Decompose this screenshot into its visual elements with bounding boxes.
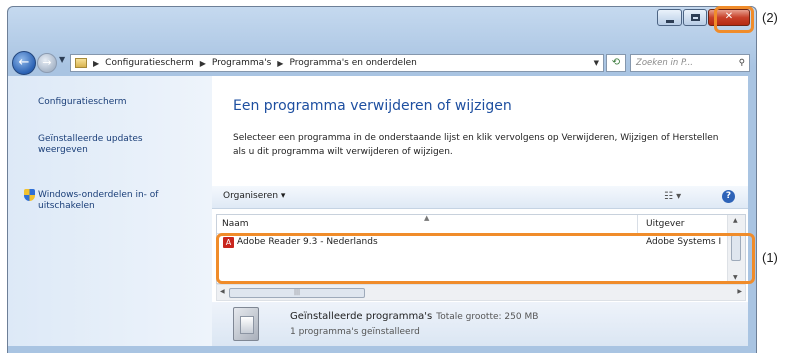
callout-label-1: (1) [762, 250, 778, 265]
page-title: Een programma verwijderen of wijzigen [233, 98, 512, 114]
forward-button[interactable]: → [37, 53, 57, 73]
address-row: ← → ▼ ▶ Configuratiescherm ▶ Programma's… [12, 51, 752, 77]
search-icon[interactable]: ⚲ [739, 55, 745, 71]
forward-arrow-icon: → [42, 56, 52, 69]
breadcrumb-separator-icon[interactable]: ▶ [200, 59, 206, 68]
sidebar-item-configuratiescherm[interactable]: Configuratiescherm [38, 97, 188, 108]
page-description: Selecteer een programma in de onderstaan… [233, 133, 719, 157]
column-header-publisher[interactable]: Uitgever [646, 219, 684, 229]
horizontal-scroll-thumb[interactable]: ||| [229, 288, 365, 298]
breadcrumb-programmas[interactable]: Programma's [212, 58, 271, 68]
callout-label-2: (2) [762, 10, 778, 25]
scroll-right-icon[interactable]: ▶ [737, 288, 742, 295]
back-button[interactable]: ← [12, 51, 36, 75]
back-arrow-icon: ← [18, 55, 30, 70]
sidebar: Configuratiescherm Geïnstalleerde update… [8, 76, 212, 346]
horizontal-scrollbar[interactable]: ◀ ||| ▶ [216, 284, 746, 301]
details-total-size: Totale grootte: 250 MB [436, 312, 539, 322]
list-header: ▲ Naam Uitgever [217, 214, 727, 234]
maximize-button[interactable] [683, 9, 707, 26]
search-input[interactable]: Zoeken in P... ⚲ [630, 54, 750, 72]
column-header-name[interactable]: Naam [222, 219, 249, 229]
details-title: Geïnstalleerde programma's Totale grootte… [290, 311, 538, 322]
help-icon[interactable]: ? [722, 190, 735, 203]
maximize-icon [691, 14, 700, 21]
breadcrumb-programmas-en-onderdelen[interactable]: Programma's en onderdelen [289, 58, 416, 68]
minimize-icon [666, 20, 674, 23]
scroll-left-icon[interactable]: ◀ [220, 288, 225, 295]
recent-pages-dropdown[interactable]: ▼ [59, 55, 65, 64]
control-panel-icon [75, 58, 87, 68]
details-title-text: Geïnstalleerde programma's [290, 311, 433, 322]
details-pane: Geïnstalleerde programma's Totale grootte… [212, 302, 748, 346]
organize-menu-button[interactable]: Organiseren ▾ [223, 191, 285, 201]
refresh-icon: ⟲ [611, 57, 621, 68]
address-bar[interactable]: ▶ Configuratiescherm ▶ Programma's ▶ Pro… [70, 54, 604, 72]
installed-programs-icon [233, 307, 259, 341]
column-divider[interactable] [637, 215, 638, 233]
breadcrumb-separator-icon[interactable]: ▶ [93, 59, 99, 68]
sort-arrow-icon: ▲ [424, 214, 430, 222]
callout-list-highlight [216, 233, 755, 284]
refresh-button[interactable]: ⟲ [606, 54, 626, 72]
breadcrumb-configuratiescherm[interactable]: Configuratiescherm [105, 58, 194, 68]
callout-close-highlight [714, 6, 754, 33]
breadcrumb-separator-icon[interactable]: ▶ [277, 59, 283, 68]
sidebar-item-installed-updates[interactable]: Geïnstalleerde updates weergeven [38, 134, 178, 156]
main-panel: Een programma verwijderen of wijzigen Se… [212, 76, 748, 346]
sidebar-item-windows-features[interactable]: Windows-onderdelen in- of uitschakelen [38, 190, 178, 212]
details-count: 1 programma's geïnstalleerd [290, 327, 420, 337]
search-placeholder: Zoeken in P... [636, 58, 694, 68]
toolbar: Organiseren ▾ ☷ ▾ ? [212, 186, 748, 209]
scroll-up-icon[interactable]: ▲ [733, 217, 738, 224]
view-options-icon[interactable]: ☷ ▾ [664, 191, 681, 202]
minimize-button[interactable] [657, 9, 682, 26]
shield-icon [24, 189, 35, 201]
address-dropdown-icon[interactable]: ▼ [594, 59, 599, 67]
